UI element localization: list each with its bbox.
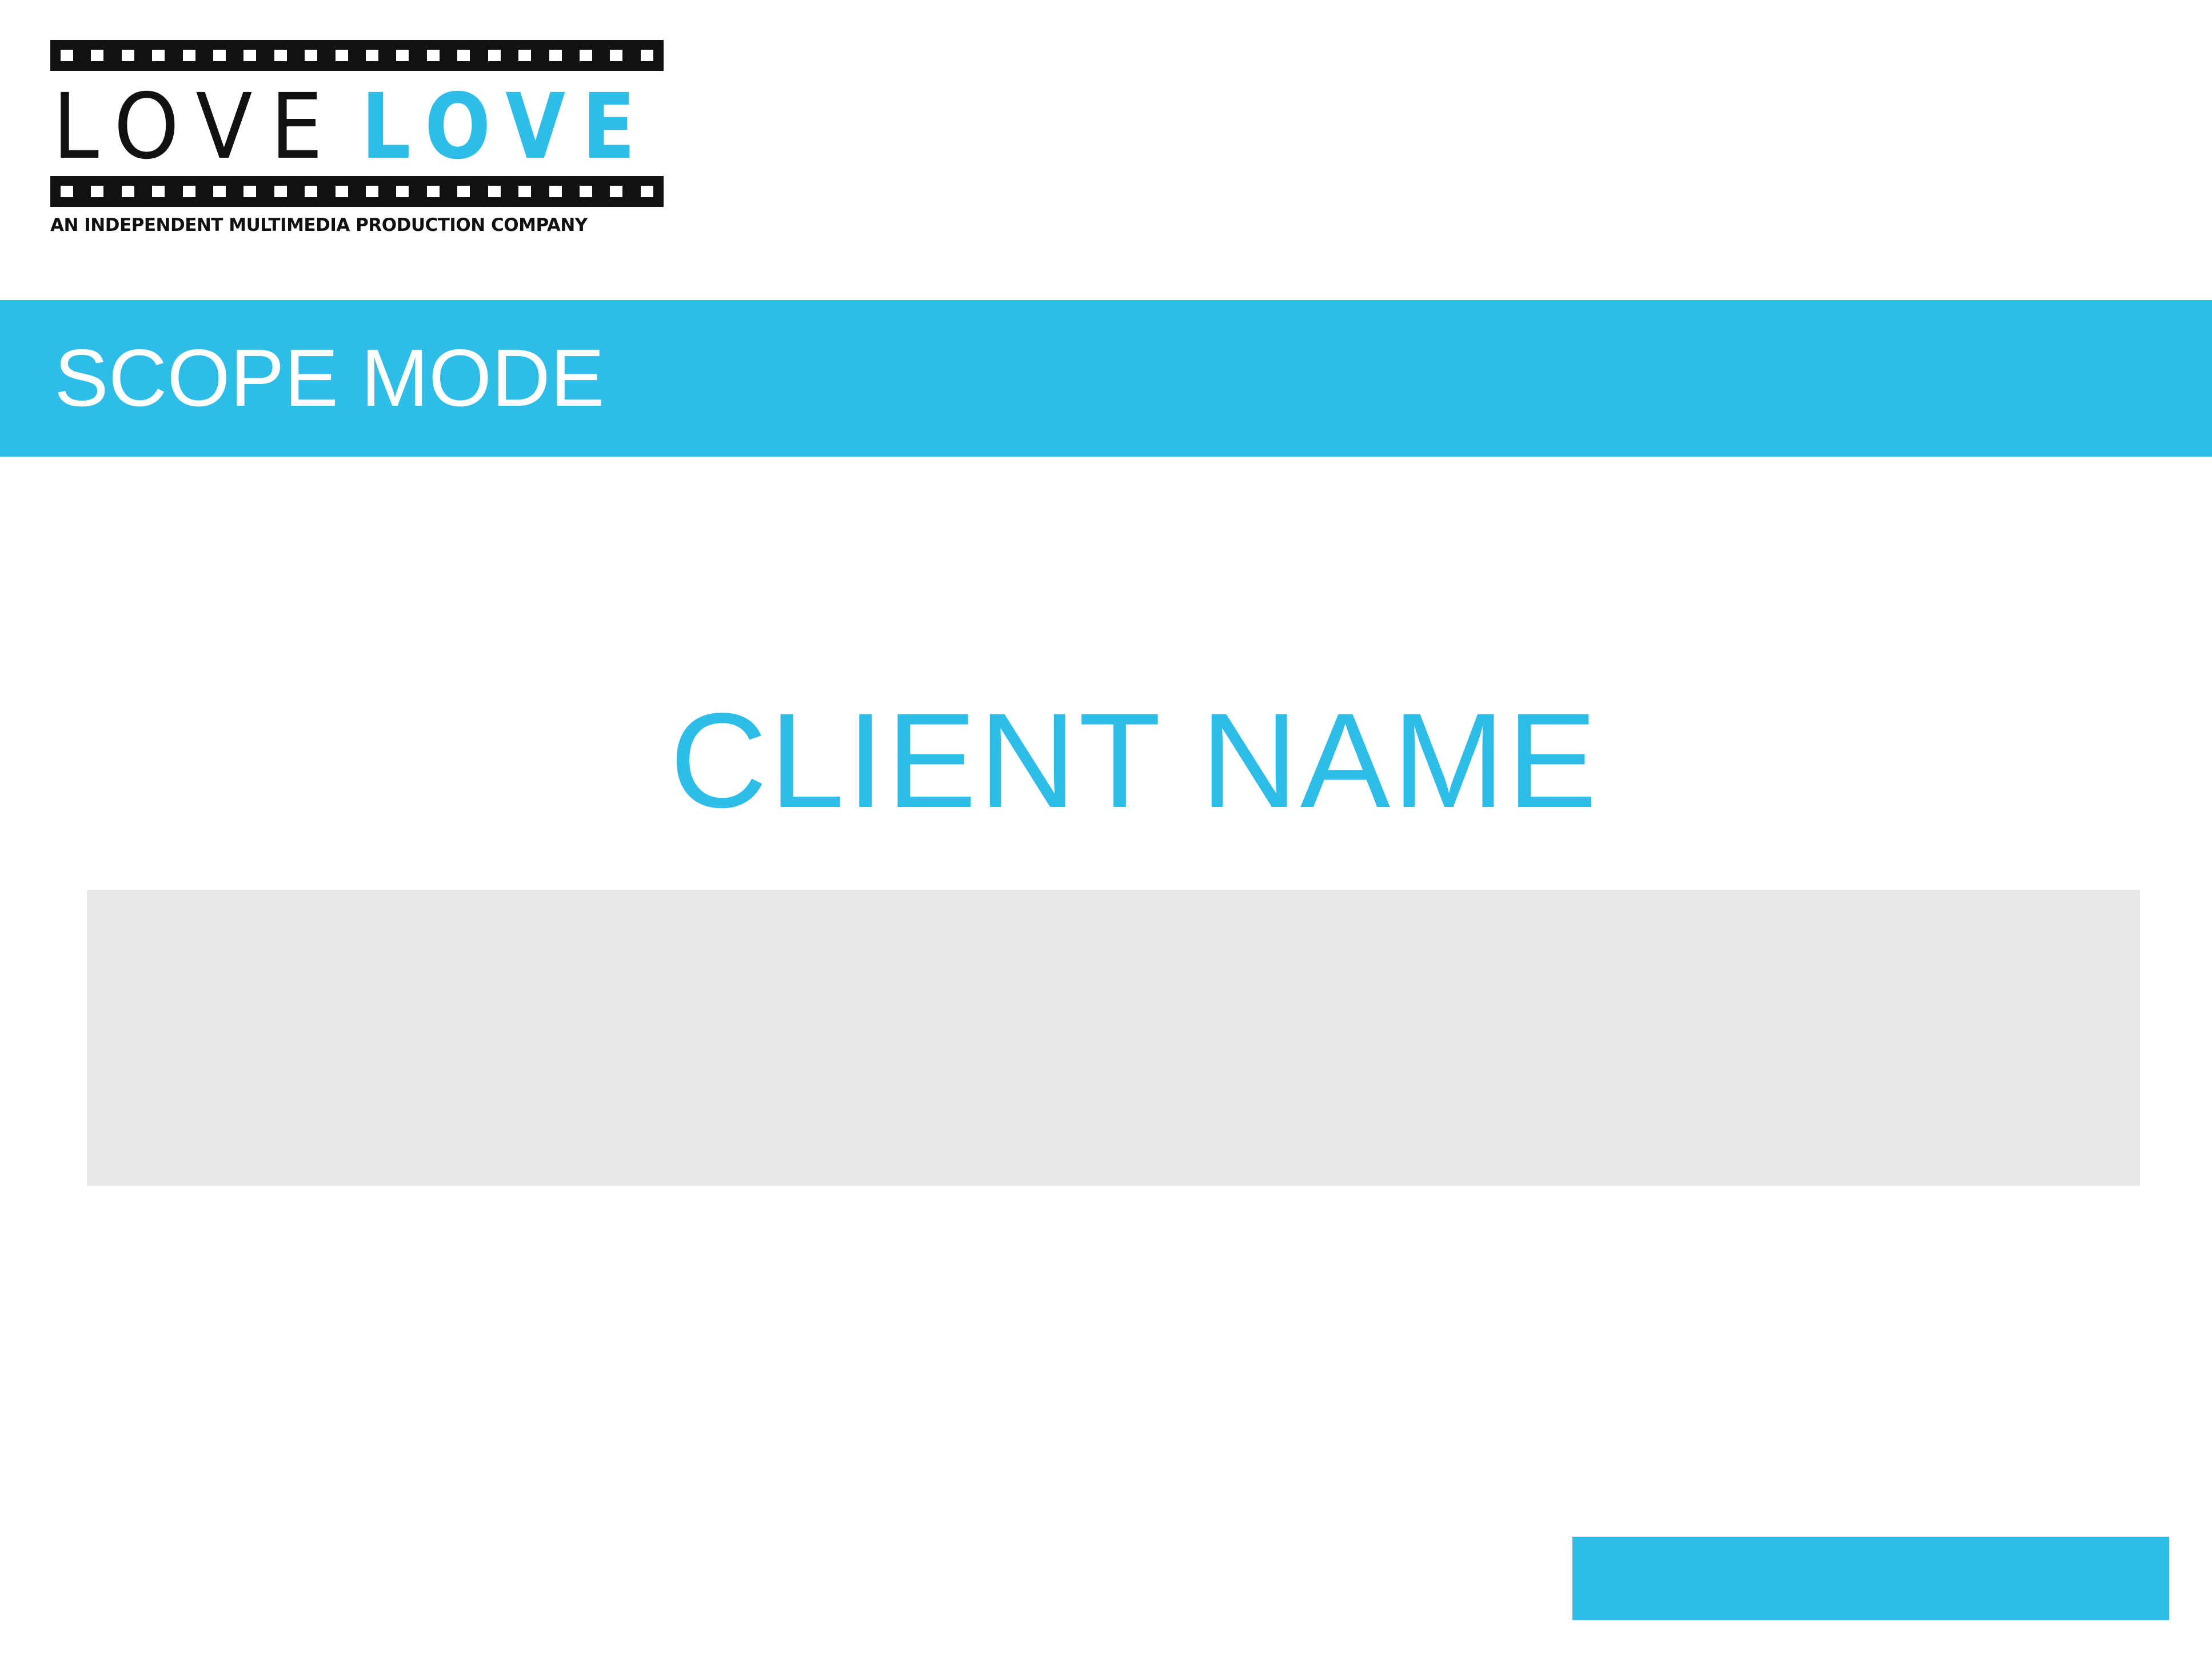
mode-title: SCOPE MODE <box>54 333 605 423</box>
logo-wordmark: LOVE LOVE <box>53 81 664 173</box>
logo-wordmark-blue: LOVE <box>361 74 652 179</box>
film-strip-bottom <box>50 176 664 207</box>
content-placeholder-panel <box>87 890 2140 1186</box>
page: LOVE LOVE AN INDEPENDENT MULTIMEDIA PRODU… <box>0 0 2212 1663</box>
film-strip-top <box>50 40 664 71</box>
mode-header-band: SCOPE MODE <box>0 300 2212 457</box>
lovelove-logo: LOVE LOVE AN INDEPENDENT MULTIMEDIA PRODU… <box>50 40 665 240</box>
logo-wordmark-dark: LOVE <box>53 74 341 179</box>
client-name-heading: CLIENT NAME <box>669 685 1600 836</box>
logo-tagline: AN INDEPENDENT MULTIMEDIA PRODUCTION COM… <box>50 215 588 235</box>
action-button[interactable] <box>1572 1537 2169 1620</box>
